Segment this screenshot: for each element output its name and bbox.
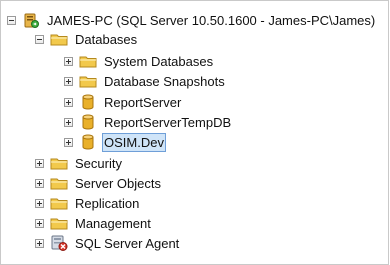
expand-toggle[interactable] <box>35 178 44 188</box>
tree-node-label: OSIM.Dev <box>102 132 166 152</box>
sql-agent-icon <box>51 235 68 251</box>
expand-toggle[interactable] <box>64 137 73 147</box>
folder-icon <box>50 218 68 230</box>
folder-icon <box>79 76 97 88</box>
collapse-toggle[interactable] <box>7 15 16 25</box>
object-explorer-tree: JAMES-PC (SQL Server 10.50.1600 - James-… <box>0 0 389 265</box>
folder-icon <box>50 158 68 170</box>
expand-toggle[interactable] <box>64 56 73 66</box>
tree-node-replication[interactable]: Replication <box>35 193 141 213</box>
tree-node-label: ReportServer <box>104 94 182 110</box>
tree-node-label: Replication <box>75 195 140 211</box>
tree-node-label: JAMES-PC (SQL Server 10.50.1600 - James-… <box>47 12 376 28</box>
tree-node-label: Databases <box>75 31 138 47</box>
expand-toggle[interactable] <box>64 76 73 86</box>
tree-node-security[interactable]: Security <box>35 153 124 173</box>
tree-node-label: SQL Server Agent <box>75 235 180 251</box>
tree-node-databases[interactable]: Databases <box>35 29 139 49</box>
tree-node-reportservertempdb[interactable]: ReportServerTempDB <box>64 112 233 132</box>
database-icon <box>82 114 94 130</box>
tree-node-server-objects[interactable]: Server Objects <box>35 173 163 193</box>
tree-node-sql-server-agent[interactable]: SQL Server Agent <box>35 233 181 253</box>
tree-node-label: Management <box>75 215 151 231</box>
server-icon <box>24 13 39 28</box>
tree-node-label: ReportServerTempDB <box>104 114 232 130</box>
tree-node-reportserver[interactable]: ReportServer <box>64 92 183 112</box>
tree-node-system-databases[interactable]: System Databases <box>64 51 215 71</box>
collapse-toggle[interactable] <box>35 34 44 44</box>
tree-node-osim-dev[interactable]: OSIM.Dev <box>64 132 166 152</box>
expand-toggle[interactable] <box>64 117 73 127</box>
tree-node-label: Database Snapshots <box>104 73 225 89</box>
database-icon <box>82 94 94 110</box>
tree-node-management[interactable]: Management <box>35 213 153 233</box>
tree-node-label: System Databases <box>104 53 214 69</box>
folder-icon <box>79 56 97 68</box>
folder-icon <box>50 34 68 46</box>
expand-toggle[interactable] <box>64 97 73 107</box>
expand-toggle[interactable] <box>35 238 44 248</box>
expand-toggle[interactable] <box>35 198 44 208</box>
expand-toggle[interactable] <box>35 158 44 168</box>
tree-node-label: Security <box>75 155 122 171</box>
tree-node-server[interactable]: JAMES-PC (SQL Server 10.50.1600 - James-… <box>7 10 377 30</box>
folder-icon <box>50 178 68 190</box>
tree-node-label: Server Objects <box>75 175 161 191</box>
expand-toggle[interactable] <box>35 218 44 228</box>
folder-icon <box>50 198 68 210</box>
tree-node-database-snapshots[interactable]: Database Snapshots <box>64 71 227 91</box>
database-icon <box>82 134 94 150</box>
